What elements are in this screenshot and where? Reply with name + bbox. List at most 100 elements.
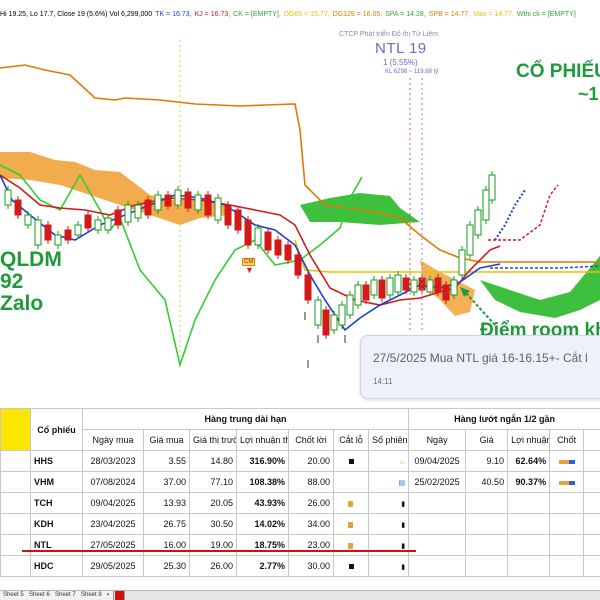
- short-profit-cell[interactable]: 90.37%: [507, 471, 551, 493]
- short-price-cell[interactable]: [465, 492, 509, 514]
- short-date-cell[interactable]: [408, 513, 467, 535]
- profit-cell[interactable]: 2.77%: [236, 555, 289, 577]
- sessions-cell[interactable]: ▤: [367, 471, 410, 493]
- stop-loss-cell[interactable]: [333, 534, 369, 556]
- buy-date-cell[interactable]: 07/08/2024: [82, 471, 144, 493]
- short-date-cell[interactable]: 25/02/2025: [408, 471, 467, 493]
- short-profit-cell[interactable]: [507, 534, 551, 556]
- row-marker-cell[interactable]: [0, 450, 31, 472]
- market-price-cell[interactable]: 20.05: [189, 492, 237, 514]
- symbol-cell[interactable]: TCH: [30, 492, 83, 514]
- short-date-cell[interactable]: [408, 534, 467, 556]
- market-price-cell[interactable]: 19.00: [189, 534, 237, 556]
- take-profit-cell[interactable]: 30.00: [288, 555, 334, 577]
- candle-body: [482, 189, 490, 221]
- short-close-cell[interactable]: [549, 471, 585, 493]
- table-row[interactable]: HHS 28/03/2023 3.55 14.80 316.90% 20.00 ☼ 09/04…: [0, 450, 600, 472]
- take-profit-cell[interactable]: 23.00: [288, 534, 334, 556]
- sheet-tab[interactable]: Sheet 8: [78, 591, 106, 600]
- table-row[interactable]: VHM 07/08/2024 37.00 77.10 108.38% 88.00 ▤ 25/0…: [0, 471, 600, 493]
- profit-cell[interactable]: 316.90%: [236, 450, 289, 472]
- row-marker-cell[interactable]: [0, 471, 31, 493]
- sessions-cell[interactable]: ▮: [367, 555, 410, 577]
- profit-cell[interactable]: 108.38%: [236, 471, 289, 493]
- short-price-cell[interactable]: 9.10: [465, 450, 509, 472]
- buy-price-cell[interactable]: 16.00: [143, 534, 190, 556]
- short-profit-cell[interactable]: [507, 492, 551, 514]
- sessions-cell[interactable]: ▮: [367, 513, 410, 535]
- take-profit-cell[interactable]: 88.00: [288, 471, 334, 493]
- stock-chart[interactable]: Hi 19.25, Lo 17.7, Close 19 (5.6%) Vol 6…: [0, 0, 600, 408]
- buy-price-cell[interactable]: 3.55: [143, 450, 190, 472]
- short-date-cell[interactable]: [408, 492, 467, 514]
- short-date-cell[interactable]: 09/04/2025: [408, 450, 467, 472]
- profit-cell[interactable]: 43.93%: [236, 492, 289, 514]
- market-price-cell[interactable]: 26.00: [189, 555, 237, 577]
- profit-cell[interactable]: 14.02%: [236, 513, 289, 535]
- row-marker-cell[interactable]: [0, 513, 31, 535]
- portfolio-sheet[interactable]: Cổ phiếu Hàng trung dài hạn Hàng lướt ng…: [0, 408, 600, 590]
- short-price-cell[interactable]: [465, 534, 509, 556]
- short-profit-cell[interactable]: [507, 513, 551, 535]
- sheet-add-icon[interactable]: [115, 591, 125, 600]
- market-price-cell[interactable]: 77.10: [189, 471, 237, 493]
- row-marker-cell[interactable]: [0, 492, 31, 514]
- buy-date-cell[interactable]: 29/05/2025: [82, 555, 144, 577]
- symbol-cell[interactable]: HDC: [30, 555, 83, 577]
- extra-cell[interactable]: [583, 471, 600, 493]
- sessions-cell[interactable]: ☼: [367, 450, 410, 472]
- extra-cell[interactable]: [583, 492, 600, 514]
- table-row[interactable]: TCH 09/04/2025 13.93 20.05 43.93% 26.00 ▮: [0, 492, 600, 514]
- table-row[interactable]: HDC 29/05/2025 25.30 26.00 2.77% 30.00 ▮: [0, 555, 600, 577]
- short-close-cell[interactable]: [549, 555, 585, 577]
- buy-price-cell[interactable]: 26.75: [143, 513, 190, 535]
- buy-date-cell[interactable]: 28/03/2023: [82, 450, 144, 472]
- stop-loss-cell[interactable]: [333, 450, 369, 472]
- short-profit-cell[interactable]: 62.64%: [507, 450, 551, 472]
- row-marker-cell[interactable]: [0, 534, 31, 556]
- short-close-cell[interactable]: [549, 513, 585, 535]
- extra-cell[interactable]: [583, 450, 600, 472]
- note-popup[interactable]: 27/5/2025 Mua NTL giá 16-16.15+- Cắt l 1…: [360, 335, 600, 399]
- profit-cell[interactable]: 18.75%: [236, 534, 289, 556]
- short-close-cell[interactable]: [549, 450, 585, 472]
- sheet-tab[interactable]: Sheet 5: [0, 591, 28, 600]
- market-price-cell[interactable]: 14.80: [189, 450, 237, 472]
- symbol-cell[interactable]: VHM: [30, 471, 83, 493]
- symbol-cell[interactable]: NTL: [30, 534, 83, 556]
- buy-price-cell[interactable]: 13.93: [143, 492, 190, 514]
- row-marker-cell[interactable]: [0, 555, 31, 577]
- table-row[interactable]: NTL 27/05/2025 16.00 19.00 18.75% 23.00 ▮: [0, 534, 600, 556]
- short-close-cell[interactable]: [549, 492, 585, 514]
- symbol-cell[interactable]: HHS: [30, 450, 83, 472]
- extra-cell[interactable]: [583, 513, 600, 535]
- take-profit-cell[interactable]: 26.00: [288, 492, 334, 514]
- short-date-cell[interactable]: [408, 555, 467, 577]
- short-profit-cell[interactable]: [507, 555, 551, 577]
- sheet-tab[interactable]: Sheet 7: [52, 591, 80, 600]
- take-profit-cell[interactable]: 34.00: [288, 513, 334, 535]
- short-close-cell[interactable]: [549, 534, 585, 556]
- table-row[interactable]: KDH 23/04/2025 26.75 30.50 14.02% 34.00 ▮: [0, 513, 600, 535]
- stop-loss-cell[interactable]: [333, 471, 369, 493]
- sessions-cell[interactable]: ▮: [367, 534, 410, 556]
- symbol-cell[interactable]: KDH: [30, 513, 83, 535]
- stop-loss-cell[interactable]: [333, 492, 369, 514]
- stop-loss-cell[interactable]: [333, 555, 369, 577]
- stop-loss-cell[interactable]: [333, 513, 369, 535]
- buy-date-cell[interactable]: 27/05/2025: [82, 534, 144, 556]
- buy-price-cell[interactable]: 37.00: [143, 471, 190, 493]
- sheet-tab[interactable]: Sheet 6: [26, 591, 54, 600]
- short-price-cell[interactable]: [465, 513, 509, 535]
- take-profit-cell[interactable]: 20.00: [288, 450, 334, 472]
- buy-date-cell[interactable]: 23/04/2025: [82, 513, 144, 535]
- extra-cell[interactable]: [583, 534, 600, 556]
- buy-price-cell[interactable]: 25.30: [143, 555, 190, 577]
- sheet-nav-icon[interactable]: ▪: [104, 591, 114, 600]
- short-price-cell[interactable]: [465, 555, 509, 577]
- extra-cell[interactable]: [583, 555, 600, 577]
- short-price-cell[interactable]: 40.50: [465, 471, 509, 493]
- sessions-cell[interactable]: ▮: [367, 492, 410, 514]
- buy-date-cell[interactable]: 09/04/2025: [82, 492, 144, 514]
- market-price-cell[interactable]: 30.50: [189, 513, 237, 535]
